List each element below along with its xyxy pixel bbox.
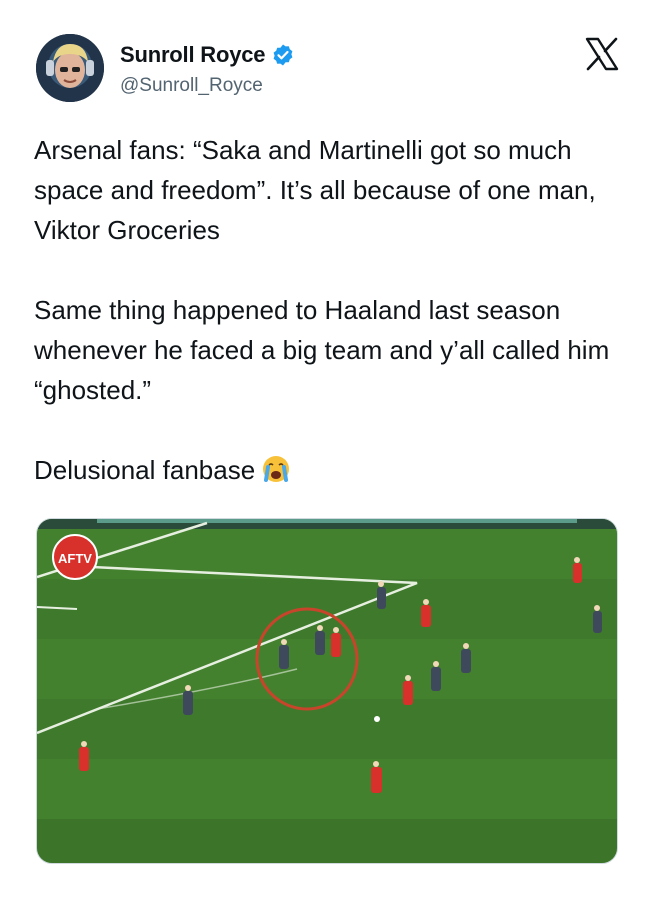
tweet-paragraph-last: Delusional fanbase	[34, 450, 624, 490]
tweet-text: Arsenal fans: “Saka and Martinelli got s…	[34, 130, 624, 490]
verified-badge-icon	[271, 43, 295, 67]
display-name[interactable]: Sunroll Royce	[120, 42, 266, 68]
avatar[interactable]	[36, 34, 104, 102]
aftv-watermark: AFTV	[58, 551, 92, 566]
user-handle[interactable]: @Sunroll_Royce	[120, 75, 263, 97]
name-row: Sunroll Royce	[120, 42, 295, 68]
tweet-paragraph: Same thing happened to Haaland last seas…	[34, 295, 610, 405]
x-logo-icon[interactable]	[584, 36, 620, 72]
tweet-header: Sunroll Royce @Sunroll_Royce	[36, 34, 620, 106]
match-screenshot-image[interactable]: AFTV	[36, 518, 618, 864]
loudly-crying-face-icon	[261, 454, 291, 484]
tweet-paragraph-text: Delusional fanbase	[34, 455, 256, 485]
tweet-paragraph: Arsenal fans: “Saka and Martinelli got s…	[34, 135, 596, 245]
